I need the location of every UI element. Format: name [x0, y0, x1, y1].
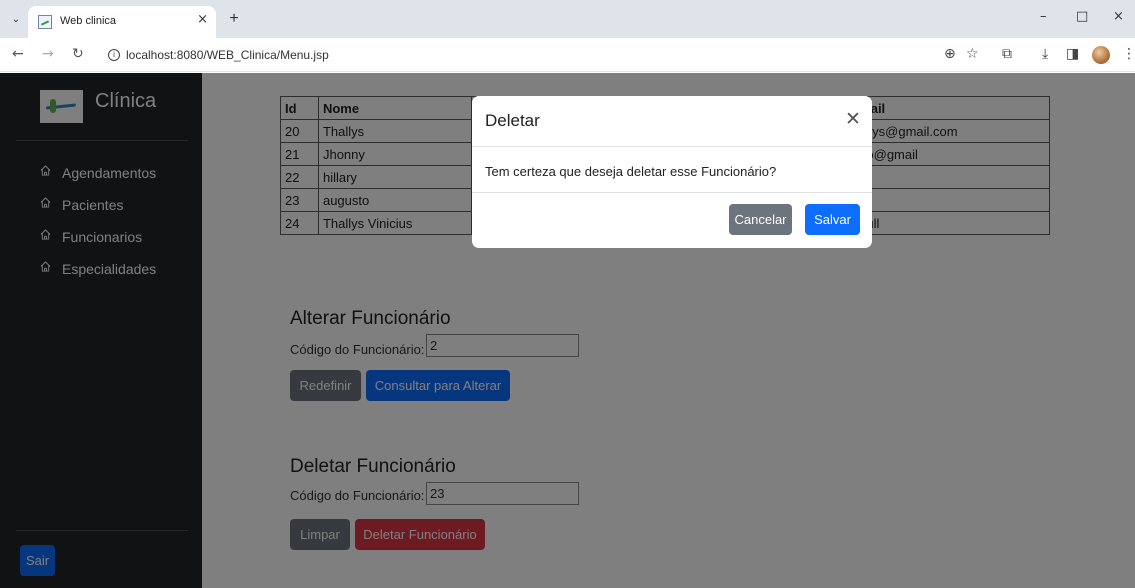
page-viewport: Clínica Agendamentos Pacientes Funcionar…	[0, 73, 1135, 588]
tab-search-chevron-icon[interactable]: ⌄	[6, 11, 26, 29]
maximize-button[interactable]: □	[1076, 9, 1088, 24]
modal-header-divider	[472, 146, 872, 147]
modal-message: Tem certeza que deseja deletar esse Func…	[485, 164, 777, 179]
close-icon[interactable]: ✕	[845, 108, 861, 130]
reload-icon[interactable]: ↻	[72, 46, 84, 62]
minimize-button[interactable]: –	[1040, 9, 1047, 24]
back-arrow-icon[interactable]: ←	[12, 46, 24, 62]
browser-tab[interactable]: Web clinica ×	[28, 6, 216, 38]
more-menu-icon[interactable]: ⋮	[1122, 46, 1135, 62]
url-field[interactable]: localhost:8080/WEB_Clinica/Menu.jsp	[126, 48, 329, 62]
site-info-icon[interactable]: i	[108, 49, 120, 61]
side-panel-icon[interactable]: ◨	[1066, 46, 1079, 62]
download-icon[interactable]: ⤓	[1042, 46, 1048, 62]
profile-avatar[interactable]	[1092, 46, 1110, 64]
modal-title: Deletar	[485, 111, 540, 130]
zoom-icon[interactable]: ⊕	[944, 46, 956, 62]
tab-title: Web clinica	[60, 15, 117, 27]
browser-tab-bar: ⌄ Web clinica × + – □ ×	[0, 0, 1135, 38]
favicon-icon	[38, 15, 52, 29]
address-bar: ← → ↻ i localhost:8080/WEB_Clinica/Menu.…	[0, 38, 1135, 72]
cancel-button[interactable]: Cancelar	[729, 204, 792, 235]
modal-footer-divider	[472, 192, 872, 193]
forward-arrow-icon[interactable]: →	[42, 46, 54, 62]
bookmark-star-icon[interactable]: ☆	[966, 46, 979, 62]
window-close-button[interactable]: ×	[1113, 9, 1124, 24]
extensions-icon[interactable]: ⧉	[1002, 46, 1012, 62]
delete-confirm-modal: Deletar ✕ Tem certeza que deseja deletar…	[472, 96, 872, 248]
new-tab-button[interactable]: +	[224, 10, 244, 30]
tab-close-icon[interactable]: ×	[197, 12, 208, 27]
save-button[interactable]: Salvar	[805, 204, 860, 235]
